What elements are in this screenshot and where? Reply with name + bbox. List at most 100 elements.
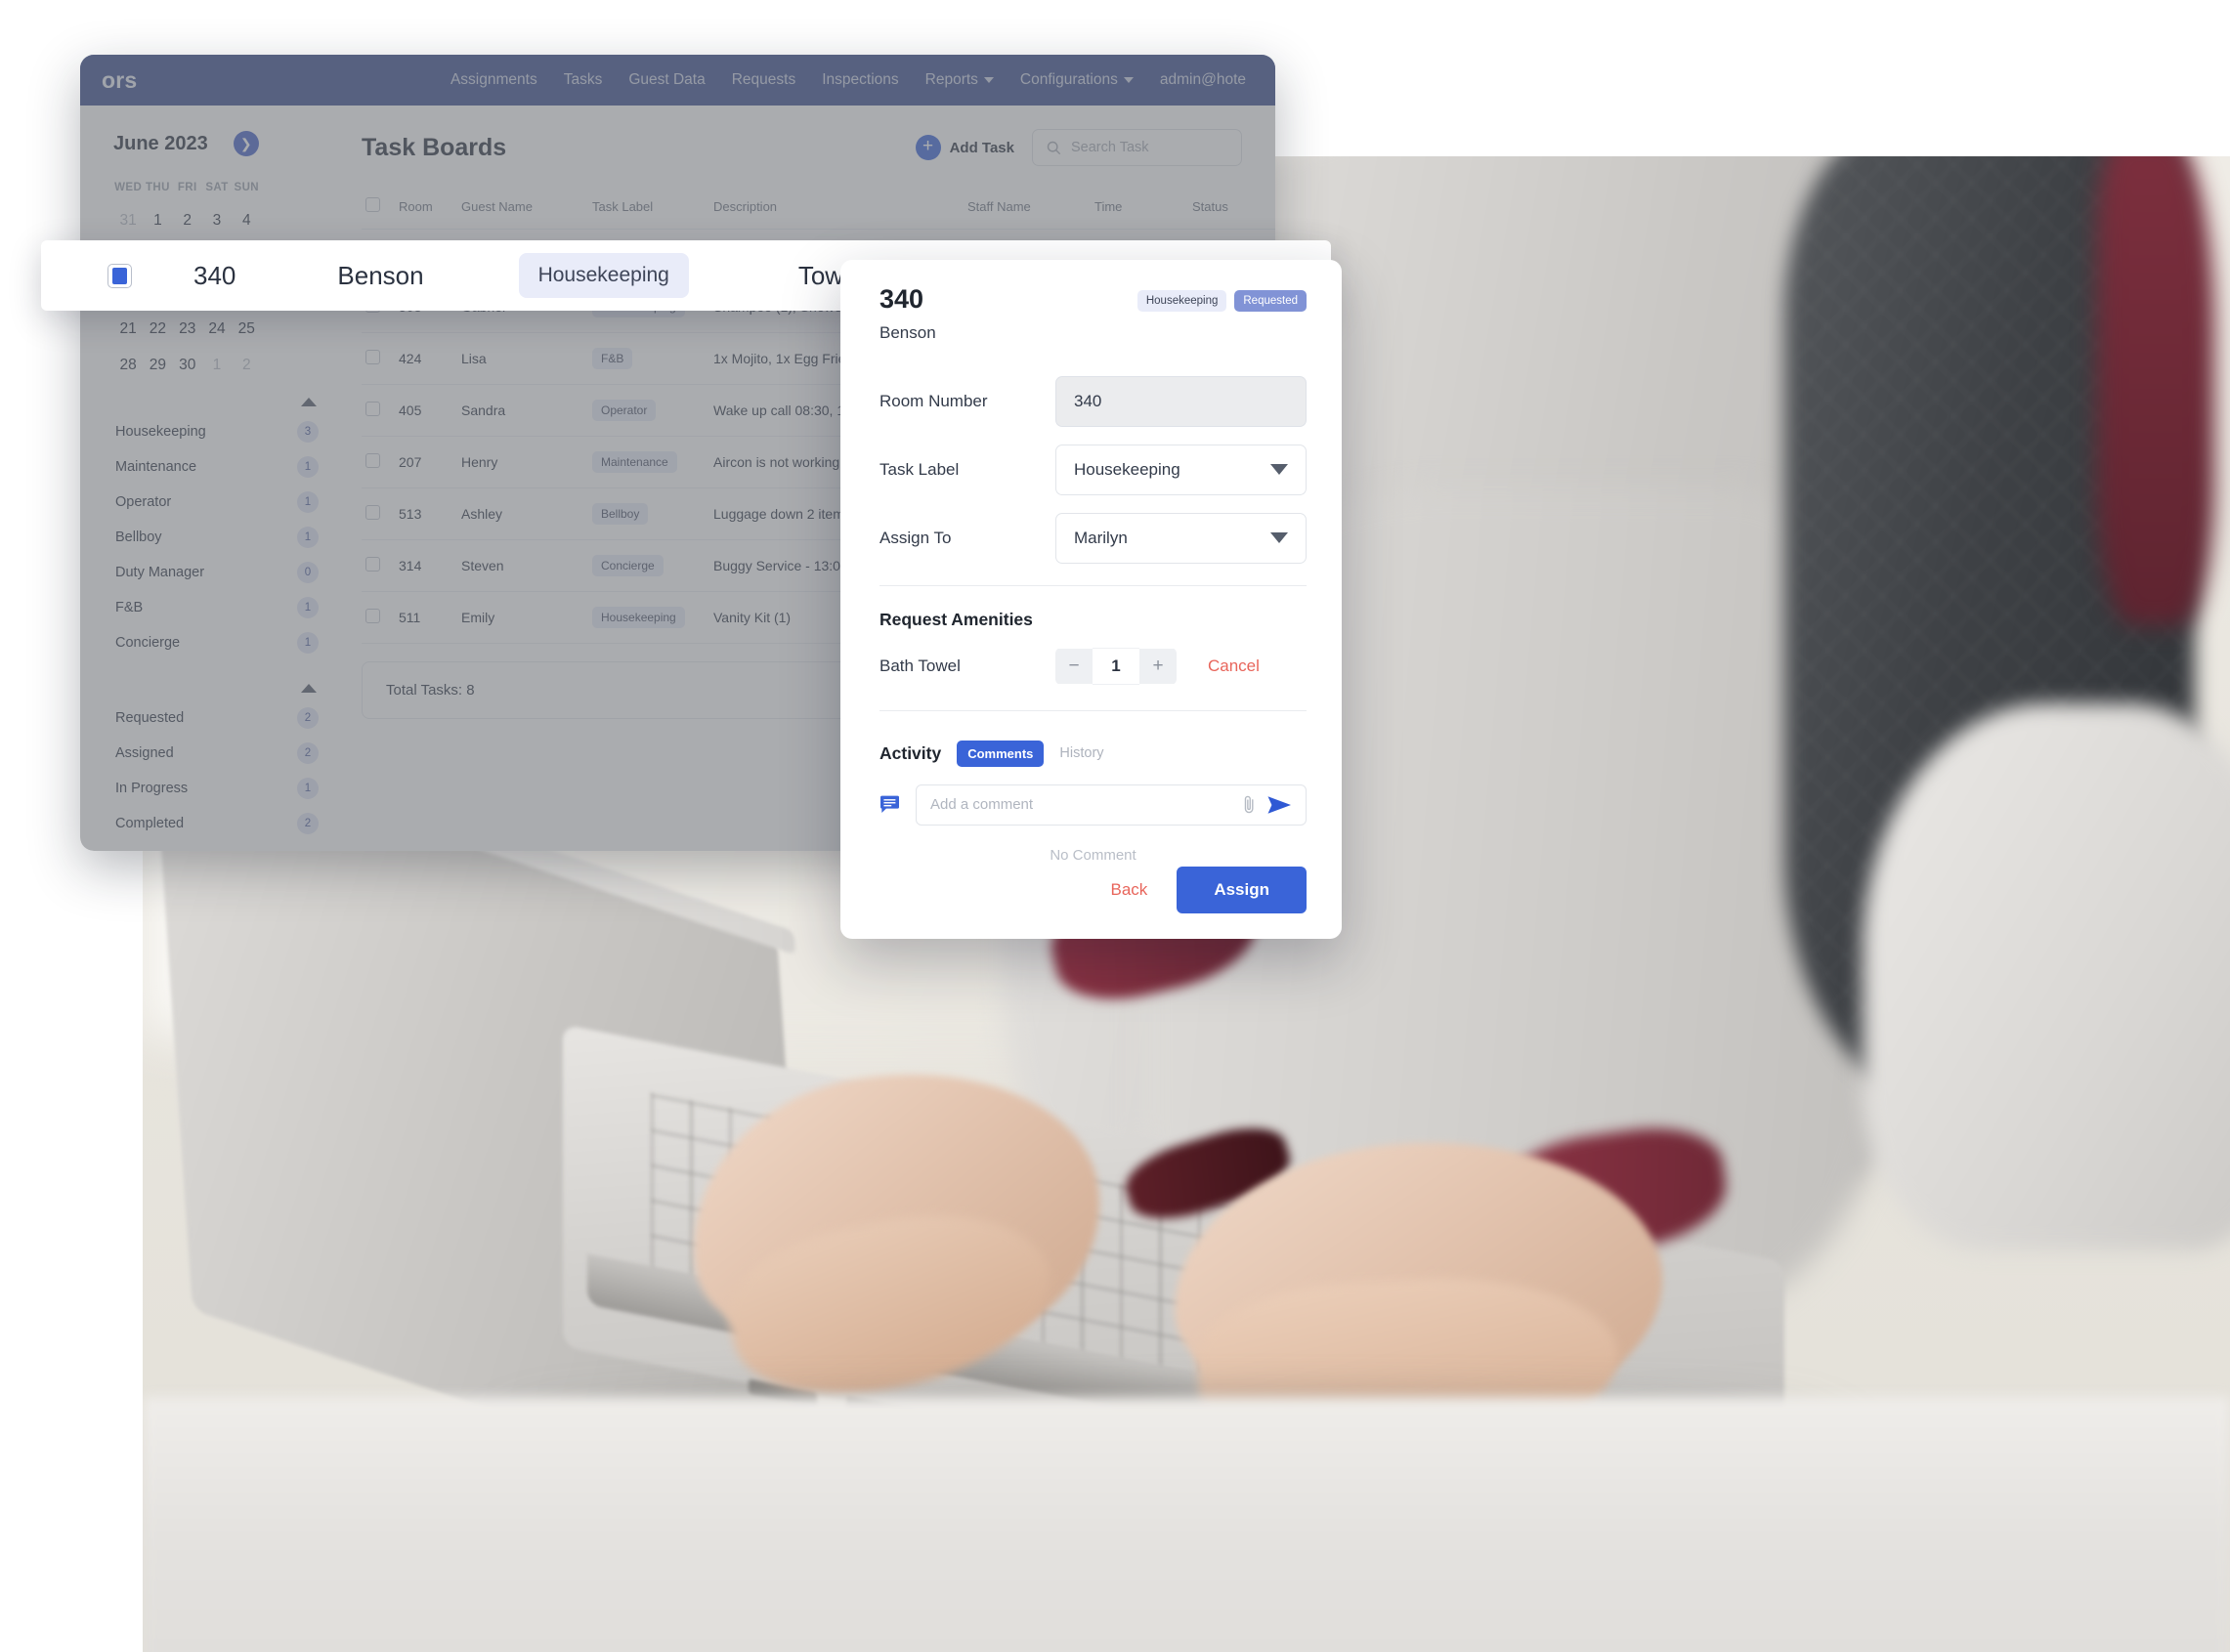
assign-to-selected-value: Marilyn [1074, 528, 1128, 547]
page-title: Task Boards [362, 133, 507, 161]
task-label-pill: Housekeeping [592, 607, 685, 628]
nav-item-tasks[interactable]: Tasks [564, 71, 603, 89]
amenity-cancel-button[interactable]: Cancel [1208, 657, 1260, 676]
room-number-input[interactable]: 340 [1055, 375, 1307, 427]
filter-label: Duty Manager [115, 565, 205, 580]
calendar-dow: WED [114, 182, 143, 193]
tab-history[interactable]: History [1059, 745, 1103, 761]
brand-logo[interactable]: ors [102, 67, 137, 94]
nav-item-account[interactable]: admin@hote [1160, 71, 1246, 89]
filter-count: 1 [297, 597, 319, 618]
back-button[interactable]: Back [1111, 880, 1148, 900]
comment-input[interactable]: Add a comment [916, 784, 1307, 826]
calendar-day[interactable]: 21 [113, 320, 143, 338]
main-header: Task Boards + Add Task Search Task [362, 129, 1242, 166]
modal-guest-name: Benson [879, 322, 936, 342]
calendar-day[interactable]: 28 [113, 357, 143, 374]
filter-item-operator[interactable]: Operator 1 [113, 485, 321, 520]
chevron-down-icon [1123, 76, 1134, 83]
calendar-day[interactable]: 4 [232, 212, 261, 230]
cell-room: 511 [395, 591, 457, 644]
cell-guest: Steven [457, 539, 588, 592]
filter-item-bellboy[interactable]: Bellboy 1 [113, 520, 321, 555]
increment-button[interactable]: + [1139, 648, 1177, 684]
filter-label: Operator [115, 494, 172, 510]
row-checkbox[interactable] [365, 557, 380, 572]
calendar-dow-spacer [261, 182, 290, 193]
calendar-cell-empty [291, 357, 321, 374]
row-checkbox[interactable] [365, 609, 380, 623]
label-filter-collapse-toggle[interactable] [113, 388, 321, 414]
comment-placeholder: Add a comment [930, 796, 1034, 814]
calendar-day[interactable]: 30 [173, 357, 202, 374]
photo-tie [2097, 156, 2214, 625]
filter-item-housekeeping[interactable]: Housekeeping 3 [113, 414, 321, 449]
filter-item-in-progress[interactable]: In Progress 1 [113, 771, 321, 806]
filter-count: 1 [297, 456, 319, 478]
filter-item-fnb[interactable]: F&B 1 [113, 590, 321, 625]
cell-label: Housekeeping [588, 591, 709, 644]
filter-item-completed[interactable]: Completed 2 [113, 806, 321, 841]
filter-item-assigned[interactable]: Assigned 2 [113, 736, 321, 771]
highlighted-guest-name: Benson [337, 260, 424, 290]
assign-to-select[interactable]: Marilyn [1055, 512, 1307, 564]
chevron-right-icon[interactable]: ❯ [233, 131, 259, 156]
nav-item-configurations[interactable]: Configurations [1020, 71, 1134, 89]
send-icon[interactable] [1266, 795, 1292, 815]
filter-item-concierge[interactable]: Concierge 1 [113, 625, 321, 660]
chevron-up-icon [301, 398, 317, 406]
calendar-day[interactable]: 1 [202, 357, 232, 374]
quantity-value[interactable]: 1 [1093, 647, 1139, 685]
calendar-day[interactable]: 25 [232, 320, 261, 338]
row-checkbox[interactable] [365, 402, 380, 416]
sidebar: June 2023 ❯ WED THU FRI SAT SUN 31 1 2 3… [80, 106, 346, 851]
modal-footer: Back Assign [1111, 867, 1307, 913]
nav-item-requests[interactable]: Requests [732, 71, 795, 89]
nav-item-reports[interactable]: Reports [925, 71, 994, 89]
filter-item-requested[interactable]: Requested 2 [113, 700, 321, 736]
calendar-day[interactable]: 23 [173, 320, 202, 338]
calendar-day[interactable]: 2 [232, 357, 261, 374]
calendar-day[interactable]: 1 [143, 212, 172, 230]
calendar-day[interactable]: 22 [143, 320, 172, 338]
badge-task-label: Housekeeping [1136, 290, 1227, 312]
cell-room: 405 [395, 384, 457, 437]
calendar-day[interactable]: 31 [113, 212, 143, 230]
assign-button[interactable]: Assign [1177, 867, 1307, 913]
label-task-label: Task Label [879, 459, 960, 479]
filter-count: 2 [297, 813, 319, 834]
nav-item-inspections[interactable]: Inspections [822, 71, 898, 89]
filter-item-duty-manager[interactable]: Duty Manager 0 [113, 555, 321, 590]
decrement-button[interactable]: − [1055, 648, 1093, 684]
cell-guest: Ashley [457, 487, 588, 540]
search-task-input[interactable]: Search Task [1032, 129, 1242, 166]
label-room-number: Room Number [879, 391, 988, 410]
calendar-cell-empty [261, 212, 290, 230]
row-checkbox[interactable] [365, 453, 380, 468]
calendar-day[interactable]: 2 [173, 212, 202, 230]
chevron-down-icon [983, 76, 994, 83]
nav-item-assignments[interactable]: Assignments [450, 71, 537, 89]
status-filter-collapse-toggle[interactable] [113, 674, 321, 700]
row-checkbox[interactable] [365, 505, 380, 520]
task-label-select[interactable]: Housekeeping [1055, 444, 1307, 495]
nav-label: Requests [731, 71, 796, 88]
select-all-checkbox[interactable] [365, 197, 380, 212]
row-checkbox-checked[interactable] [107, 263, 132, 288]
row-checkbox[interactable] [365, 350, 380, 364]
calendar-day[interactable]: 24 [202, 320, 232, 338]
filter-item-maintenance[interactable]: Maintenance 1 [113, 449, 321, 485]
cell-label: Maintenance [588, 436, 709, 488]
paperclip-icon[interactable] [1244, 794, 1255, 816]
highlighted-task-label: Housekeeping [518, 253, 689, 298]
add-task-button[interactable]: + Add Task [915, 135, 1014, 160]
nav-label: Reports [924, 71, 978, 88]
calendar-day[interactable]: 29 [143, 357, 172, 374]
field-assign-to: Assign To Marilyn [879, 512, 1307, 564]
task-label-pill: Concierge [592, 555, 664, 576]
modal-header-text: 340 Benson [879, 284, 936, 343]
nav-item-guest-data[interactable]: Guest Data [628, 71, 705, 89]
tab-comments[interactable]: Comments [957, 740, 1045, 767]
calendar-day[interactable]: 3 [202, 212, 232, 230]
row-select-cell [362, 487, 395, 540]
